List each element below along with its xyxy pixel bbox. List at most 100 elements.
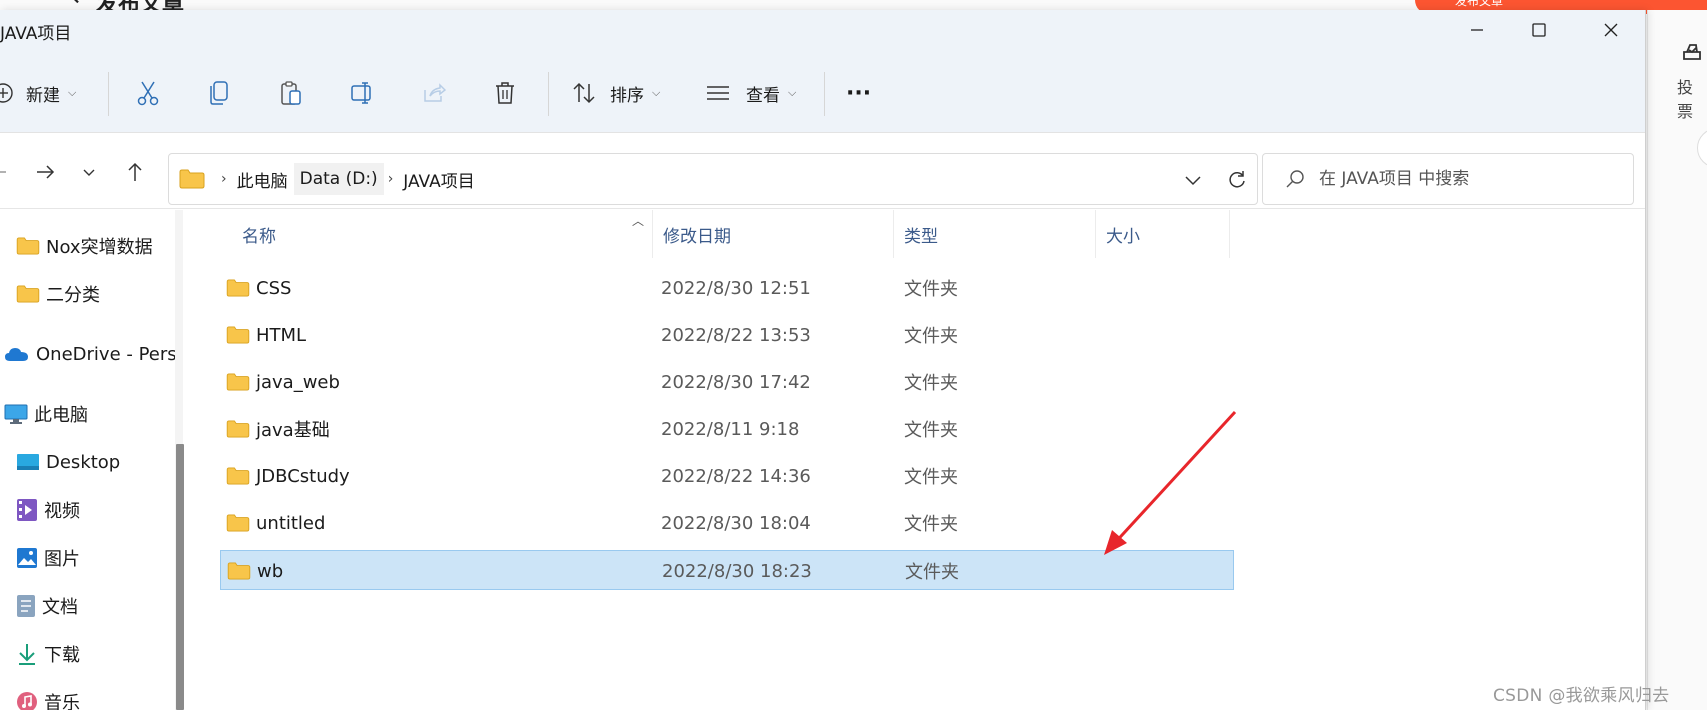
desktop-icon — [17, 454, 39, 470]
sidebar-item-onedrive[interactable]: OneDrive - Pers — [4, 334, 177, 374]
column-header-name[interactable]: 名称 — [232, 210, 653, 258]
file-modified: 2022/8/11 9:18 — [661, 418, 800, 440]
file-name-cell: wb — [227, 551, 283, 591]
sidebar-item-nox[interactable]: Nox突增数据 — [16, 226, 153, 266]
minimize-button[interactable] — [1442, 10, 1512, 50]
recent-locations-button[interactable] — [72, 155, 106, 189]
sidebar-item-pictures[interactable]: 图片 — [16, 538, 80, 578]
file-row[interactable]: wb 2022/8/30 18:23 文件夹 — [220, 550, 1234, 590]
close-button[interactable] — [1576, 10, 1645, 50]
file-type: 文件夹 — [904, 326, 958, 347]
breadcrumb-java-project[interactable]: JAVA项目 — [397, 167, 480, 192]
sidebar-item-label: 此电脑 — [34, 405, 88, 426]
file-name-cell: java基础 — [226, 409, 330, 449]
file-row[interactable]: untitled 2022/8/30 18:04 文件夹 — [220, 503, 1234, 543]
back-button[interactable] — [0, 155, 16, 189]
scissors-icon — [137, 81, 159, 106]
file-name: java基础 — [256, 420, 330, 441]
maximize-button[interactable] — [1504, 10, 1574, 50]
paste-button[interactable] — [279, 75, 303, 111]
refresh-button[interactable] — [1219, 164, 1255, 196]
folder-icon — [16, 237, 40, 255]
sidebar-item-label: 视频 — [44, 501, 80, 522]
pictures-icon — [17, 548, 37, 568]
file-modified: 2022/8/30 18:23 — [662, 560, 812, 582]
file-name-cell: java_web — [226, 362, 340, 402]
sidebar-item-music[interactable]: 音乐 — [16, 682, 80, 710]
file-row[interactable]: java_web 2022/8/30 17:42 文件夹 — [220, 362, 1234, 402]
sidebar-item-this-pc[interactable]: 此电脑 — [4, 394, 88, 434]
file-explorer-window: JAVA项目 新建 ⌵ 排序 ⌵ 查看 ⌵ ··· › 此电脑 Data (D:… — [0, 10, 1646, 710]
sidebar-item-label: 文档 — [42, 597, 78, 618]
address-bar[interactable]: › 此电脑 Data (D:) › JAVA项目 — [168, 153, 1258, 205]
trash-icon — [496, 82, 514, 104]
vote-icon[interactable] — [1681, 40, 1703, 62]
copy-icon — [210, 81, 228, 105]
file-modified: 2022/8/30 17:42 — [661, 371, 811, 393]
rename-button[interactable] — [350, 75, 376, 111]
view-button-label: 查看 — [746, 85, 780, 106]
sidebar-item-downloads[interactable]: 下载 — [16, 634, 80, 674]
sidebar-scrollbar-thumb[interactable] — [176, 444, 184, 710]
toolbar-divider — [824, 72, 825, 116]
view-list-icon — [707, 86, 729, 100]
search-box[interactable] — [1262, 153, 1634, 205]
chevron-down-icon: ⌵ — [788, 86, 797, 99]
folder-icon — [226, 326, 250, 344]
column-header-size[interactable]: 大小 — [1096, 210, 1230, 258]
download-icon — [19, 644, 35, 665]
view-button[interactable]: 查看 ⌵ — [706, 75, 796, 111]
file-name: CSS — [256, 277, 292, 299]
forward-button[interactable] — [28, 155, 62, 189]
folder-icon — [179, 169, 205, 189]
up-button[interactable] — [118, 155, 152, 189]
sidebar-item-label: Nox突增数据 — [46, 237, 153, 258]
file-name-cell: untitled — [226, 503, 325, 543]
new-button[interactable]: 新建 ⌵ — [0, 75, 76, 111]
search-input[interactable] — [1319, 169, 1619, 189]
sidebar-item-label: OneDrive - Pers — [36, 343, 177, 365]
sort-button[interactable]: 排序 ⌵ — [572, 75, 660, 111]
sidebar-item-label: 图片 — [44, 549, 80, 570]
more-options-button[interactable]: ··· — [846, 75, 871, 111]
rename-icon — [351, 82, 371, 104]
sort-button-label: 排序 — [610, 85, 644, 106]
chevron-down-icon — [1185, 176, 1201, 186]
file-type: 文件夹 — [904, 373, 958, 394]
file-name-cell: CSS — [226, 268, 291, 308]
cloud-icon — [5, 348, 28, 361]
new-button-label: 新建 — [26, 85, 60, 106]
folder-icon — [226, 373, 250, 391]
documents-icon — [17, 595, 35, 617]
file-row[interactable]: JDBCstudy 2022/8/22 14:36 文件夹 — [220, 456, 1234, 496]
file-name-cell: JDBCstudy — [226, 456, 350, 496]
sidebar-item-label: 下载 — [44, 645, 80, 666]
copy-button[interactable] — [208, 75, 230, 111]
breadcrumb-data-drive[interactable]: Data (D:) — [293, 163, 384, 195]
column-header-modified[interactable]: 修改日期 — [653, 210, 894, 258]
address-history-button[interactable] — [1177, 164, 1209, 196]
file-type: 文件夹 — [905, 562, 959, 583]
arrow-up-icon — [128, 162, 142, 181]
file-name: JDBCstudy — [256, 465, 350, 487]
file-row[interactable]: java基础 2022/8/11 9:18 文件夹 — [220, 409, 1234, 449]
column-header-type[interactable]: 类型 — [894, 210, 1096, 258]
cut-button[interactable] — [136, 75, 160, 111]
file-row[interactable]: HTML 2022/8/22 13:53 文件夹 — [220, 315, 1234, 355]
sidebar-item-desktop[interactable]: Desktop — [16, 442, 120, 482]
sidebar-item-binary-classification[interactable]: 二分类 — [16, 274, 100, 314]
clipboard-icon — [281, 81, 301, 105]
chevron-down-icon — [83, 169, 95, 176]
folder-icon — [16, 285, 40, 303]
file-list: ︿ 名称 修改日期 类型 大小 CSS 2022/8/30 12:51 文件夹 HTM… — [194, 210, 1645, 710]
delete-button[interactable] — [494, 75, 516, 111]
vote-label[interactable]: 投票 — [1677, 74, 1707, 122]
file-row[interactable]: CSS 2022/8/30 12:51 文件夹 — [220, 268, 1234, 308]
computer-icon — [4, 404, 28, 424]
arrow-right-icon — [37, 165, 55, 179]
breadcrumb-this-pc[interactable]: 此电脑 — [231, 167, 294, 192]
sidebar-item-label: Desktop — [46, 451, 121, 473]
share-button[interactable] — [422, 75, 446, 111]
sidebar-item-documents[interactable]: 文档 — [16, 586, 78, 626]
sidebar-item-videos[interactable]: 视频 — [16, 490, 80, 530]
